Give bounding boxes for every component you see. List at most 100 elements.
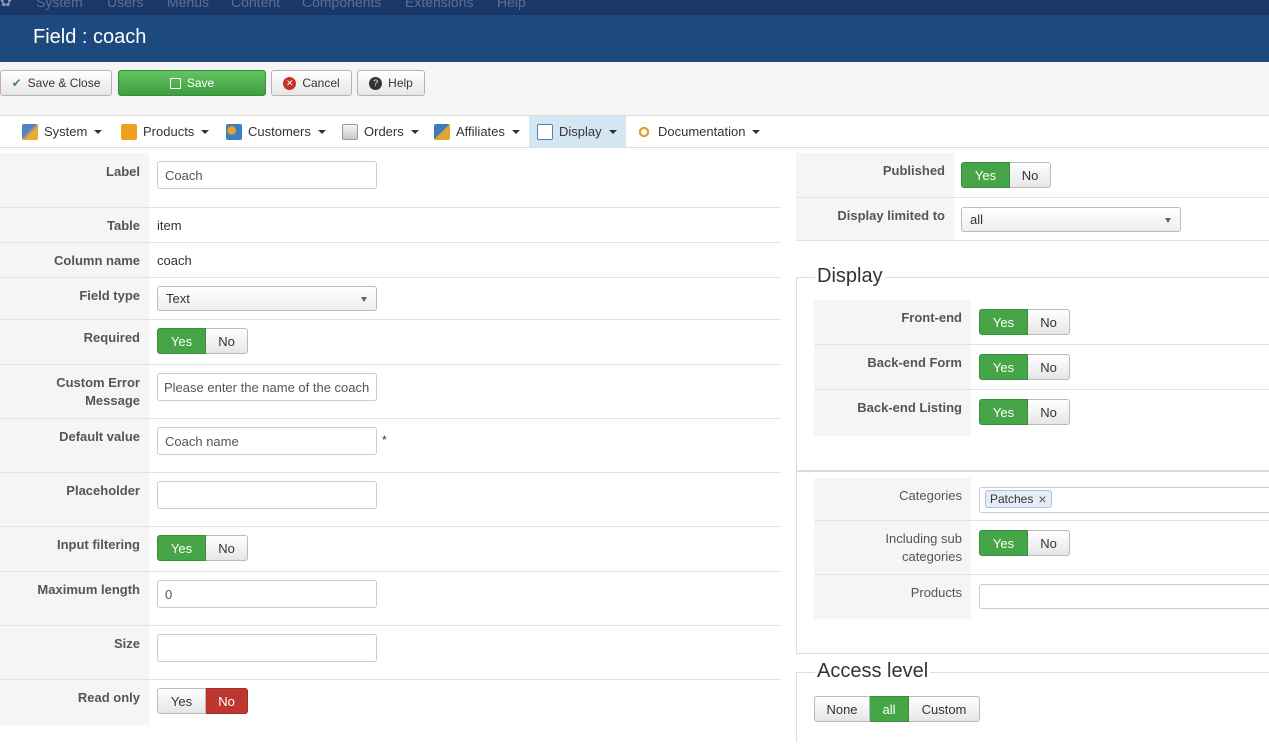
required-no[interactable]: No xyxy=(206,328,248,354)
backend-listing-no[interactable]: No xyxy=(1028,399,1070,425)
save-close-label: Save & Close xyxy=(27,76,101,90)
topmenu-system[interactable]: System xyxy=(36,0,83,10)
row-readonly: Read only Yes No xyxy=(0,680,781,725)
top-menu-bar: ✿ System Users Menus Content Components … xyxy=(0,0,1269,15)
affiliates-icon xyxy=(434,123,450,140)
row-size: Size xyxy=(0,626,781,680)
title-bar: Field : coach xyxy=(0,15,1269,62)
caret-down-icon xyxy=(511,129,520,134)
table-caption: Table xyxy=(0,208,149,242)
close-icon[interactable]: × xyxy=(1038,491,1046,507)
filtering-toggle: Yes No xyxy=(157,535,248,561)
topmenu-menus[interactable]: Menus xyxy=(167,0,209,10)
topmenu-components[interactable]: Components xyxy=(302,0,381,10)
published-yes[interactable]: Yes xyxy=(961,162,1010,188)
subcategories-no[interactable]: No xyxy=(1028,530,1070,556)
nav-products[interactable]: Products xyxy=(113,116,217,147)
label-input[interactable]: Coach xyxy=(157,161,377,189)
row-display-limited: Display limited to all xyxy=(796,198,1269,241)
maxlength-caption: Maximum length xyxy=(0,572,149,625)
row-frontend: Front-end Yes No xyxy=(814,300,1269,345)
backend-form-yes[interactable]: Yes xyxy=(979,354,1028,380)
filtering-yes[interactable]: Yes xyxy=(157,535,206,561)
row-backend-form: Back-end Form Yes No xyxy=(814,345,1269,390)
lifebuoy-icon xyxy=(636,123,652,140)
cancel-label: Cancel xyxy=(302,76,340,90)
cancel-button[interactable]: ✕ Cancel xyxy=(271,70,352,96)
nav-customers[interactable]: Customers xyxy=(218,116,334,147)
access-all[interactable]: all xyxy=(870,696,909,722)
placeholder-input[interactable] xyxy=(157,481,377,509)
nav-customers-label: Customers xyxy=(248,124,311,139)
categories-caption: Categories xyxy=(814,478,971,520)
subcategories-caption-line2: categories xyxy=(902,549,962,564)
nav-system[interactable]: System xyxy=(14,116,110,147)
subcategories-yes[interactable]: Yes xyxy=(979,530,1028,556)
question-icon: ? xyxy=(369,76,383,90)
chevron-down-icon xyxy=(1165,218,1171,223)
row-column: Column name coach xyxy=(0,243,781,278)
required-toggle: Yes No xyxy=(157,328,248,354)
placeholder-caption: Placeholder xyxy=(0,473,149,526)
topmenu-content[interactable]: Content xyxy=(231,0,280,10)
topmenu-help[interactable]: Help xyxy=(497,0,526,10)
users-icon xyxy=(226,123,242,140)
nav-display[interactable]: Display xyxy=(529,116,626,147)
backend-listing-yes[interactable]: Yes xyxy=(979,399,1028,425)
frontend-caption: Front-end xyxy=(814,300,971,344)
backend-form-toggle: Yes No xyxy=(979,354,1070,380)
size-input[interactable] xyxy=(157,634,377,662)
window-icon xyxy=(537,123,553,140)
nav-display-label: Display xyxy=(559,124,602,139)
joomla-logo-icon[interactable]: ✿ xyxy=(0,0,14,9)
nav-affiliates[interactable]: Affiliates xyxy=(426,116,528,147)
column-value: coach xyxy=(157,253,192,268)
display-limited-caption: Display limited to xyxy=(796,198,954,240)
frontend-no[interactable]: No xyxy=(1028,309,1070,335)
nav-documentation-label: Documentation xyxy=(658,124,746,139)
row-backend-listing: Back-end Listing Yes No xyxy=(814,390,1070,436)
check-icon: ✔ xyxy=(11,76,22,90)
help-button[interactable]: ? Help xyxy=(357,70,425,96)
required-star: * xyxy=(382,433,387,447)
default-input[interactable]: Coach name xyxy=(157,427,377,455)
readonly-caption: Read only xyxy=(0,680,149,725)
nav-orders-label: Orders xyxy=(364,124,404,139)
required-yes[interactable]: Yes xyxy=(157,328,206,354)
backend-form-no[interactable]: No xyxy=(1028,354,1070,380)
products-input[interactable] xyxy=(979,584,1269,609)
row-subcategories: Including sub categories Yes No xyxy=(814,521,1269,575)
filtering-no[interactable]: No xyxy=(206,535,248,561)
topmenu-extensions[interactable]: Extensions xyxy=(405,0,473,10)
save-button[interactable]: Save xyxy=(118,70,266,96)
nav-affiliates-label: Affiliates xyxy=(456,124,505,139)
page-title: Field : coach xyxy=(33,26,147,48)
error-message-input[interactable]: Please enter the name of the coach xyxy=(157,373,377,401)
topmenu-users[interactable]: Users xyxy=(107,0,144,10)
nav-orders[interactable]: Orders xyxy=(334,116,427,147)
size-caption: Size xyxy=(0,626,149,679)
frontend-yes[interactable]: Yes xyxy=(979,309,1028,335)
row-fieldtype: Field type Text xyxy=(0,278,781,320)
nav-documentation[interactable]: Documentation xyxy=(628,116,768,147)
access-none[interactable]: None xyxy=(814,696,870,722)
error-caption: Custom Error Message xyxy=(0,365,149,418)
component-nav: System Products Customers Orders Affilia… xyxy=(0,116,1269,148)
subcategories-caption-line1: Including sub xyxy=(885,531,962,546)
subcategories-toggle: Yes No xyxy=(979,530,1070,556)
maxlength-input[interactable]: 0 xyxy=(157,580,377,608)
document-icon xyxy=(342,123,358,140)
save-close-button[interactable]: ✔ Save & Close xyxy=(0,70,112,96)
readonly-yes[interactable]: Yes xyxy=(157,688,206,714)
row-maxlength: Maximum length 0 xyxy=(0,572,781,626)
row-error-message: Custom Error Message Please enter the na… xyxy=(0,365,781,419)
readonly-no[interactable]: No xyxy=(206,688,248,714)
caret-down-icon xyxy=(608,129,617,134)
published-no[interactable]: No xyxy=(1010,162,1051,188)
caret-down-icon xyxy=(752,129,761,134)
access-custom[interactable]: Custom xyxy=(909,696,980,722)
filtering-caption: Input filtering xyxy=(0,527,149,571)
display-limited-select[interactable]: all xyxy=(961,207,1181,232)
published-caption: Published xyxy=(796,153,954,197)
fieldtype-select[interactable]: Text xyxy=(157,286,377,311)
